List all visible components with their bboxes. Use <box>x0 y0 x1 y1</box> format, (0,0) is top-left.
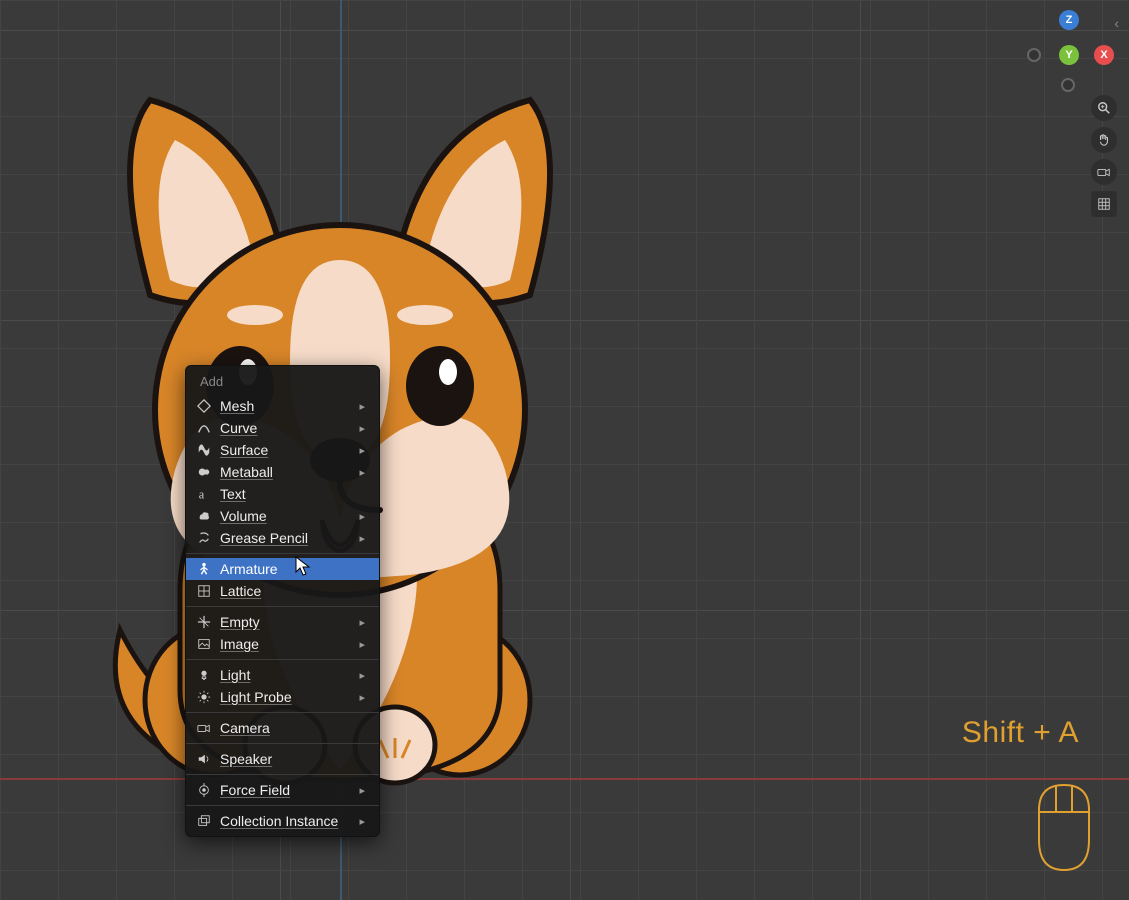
submenu-arrow-icon: ▸ <box>359 669 365 682</box>
image-icon <box>196 636 212 652</box>
menu-item-label: Force Field <box>220 782 351 798</box>
submenu-arrow-icon: ▸ <box>359 466 365 479</box>
gizmo-neg-axis[interactable] <box>1061 78 1075 92</box>
menu-item-label: Light <box>220 667 351 683</box>
mesh-icon <box>196 398 212 414</box>
menu-item-volume[interactable]: Volume ▸ <box>186 505 379 527</box>
menu-item-label: Lattice <box>220 583 365 599</box>
menu-item-surface[interactable]: Surface ▸ <box>186 439 379 461</box>
shortcut-hint: Shift + A <box>962 716 1079 750</box>
curve-icon <box>196 420 212 436</box>
submenu-arrow-icon: ▸ <box>359 532 365 545</box>
menu-item-curve[interactable]: Curve ▸ <box>186 417 379 439</box>
menu-item-mesh[interactable]: Mesh ▸ <box>186 395 379 417</box>
submenu-arrow-icon: ▸ <box>359 815 365 828</box>
menu-item-label: Grease Pencil <box>220 530 351 546</box>
menu-item-light[interactable]: Light ▸ <box>186 664 379 686</box>
mouse-diagram <box>1029 780 1099 875</box>
menu-item-speaker[interactable]: Speaker <box>186 748 379 770</box>
menu-separator <box>186 553 379 554</box>
navigation-gizmo[interactable]: Z Y X ‹ <box>1009 10 1109 90</box>
menu-item-label: Collection Instance <box>220 813 351 829</box>
forcefield-icon <box>196 782 212 798</box>
greasepencil-icon <box>196 530 212 546</box>
pan-icon[interactable] <box>1091 127 1117 153</box>
menu-item-label: Camera <box>220 720 365 736</box>
camera-icon <box>196 720 212 736</box>
add-menu[interactable]: Add Mesh ▸ Curve ▸ Surface ▸ Metaball ▸ a Text Vol… <box>185 365 380 837</box>
armature-icon <box>196 561 212 577</box>
menu-title: Add <box>186 370 379 395</box>
menu-item-label: Metaball <box>220 464 351 480</box>
metaball-icon <box>196 464 212 480</box>
menu-separator <box>186 659 379 660</box>
submenu-arrow-icon: ▸ <box>359 616 365 629</box>
submenu-arrow-icon: ▸ <box>359 784 365 797</box>
menu-item-label: Empty <box>220 614 351 630</box>
menu-separator <box>186 805 379 806</box>
surface-icon <box>196 442 212 458</box>
menu-item-text[interactable]: a Text <box>186 483 379 505</box>
menu-item-label: Speaker <box>220 751 365 767</box>
menu-separator <box>186 606 379 607</box>
submenu-arrow-icon: ▸ <box>359 510 365 523</box>
lightprobe-icon <box>196 689 212 705</box>
submenu-arrow-icon: ▸ <box>359 422 365 435</box>
lattice-icon <box>196 583 212 599</box>
collection-icon <box>196 813 212 829</box>
submenu-arrow-icon: ▸ <box>359 444 365 457</box>
menu-item-label: Surface <box>220 442 351 458</box>
menu-item-armature[interactable]: Armature <box>186 558 379 580</box>
menu-item-label: Volume <box>220 508 351 524</box>
submenu-arrow-icon: ▸ <box>359 400 365 413</box>
menu-item-label: Image <box>220 636 351 652</box>
menu-item-force-field[interactable]: Force Field ▸ <box>186 779 379 801</box>
menu-item-label: Curve <box>220 420 351 436</box>
gizmo-collapse-icon[interactable]: ‹ <box>1114 15 1119 31</box>
menu-item-empty[interactable]: Empty ▸ <box>186 611 379 633</box>
svg-text:a: a <box>199 487 205 501</box>
menu-item-metaball[interactable]: Metaball ▸ <box>186 461 379 483</box>
gizmo-neg-axis[interactable] <box>1027 48 1041 62</box>
text-icon: a <box>196 486 212 502</box>
menu-item-image[interactable]: Image ▸ <box>186 633 379 655</box>
perspective-icon[interactable] <box>1091 191 1117 217</box>
menu-separator <box>186 774 379 775</box>
menu-item-collection-instance[interactable]: Collection Instance ▸ <box>186 810 379 832</box>
submenu-arrow-icon: ▸ <box>359 638 365 651</box>
gizmo-axis-y[interactable]: Y <box>1059 45 1079 65</box>
viewport-tools <box>1091 95 1117 217</box>
camera-icon[interactable] <box>1091 159 1117 185</box>
menu-separator <box>186 712 379 713</box>
speaker-icon <box>196 751 212 767</box>
menu-separator <box>186 743 379 744</box>
menu-item-camera[interactable]: Camera <box>186 717 379 739</box>
menu-item-grease-pencil[interactable]: Grease Pencil ▸ <box>186 527 379 549</box>
zoom-icon[interactable] <box>1091 95 1117 121</box>
menu-item-lattice[interactable]: Lattice <box>186 580 379 602</box>
gizmo-axis-z[interactable]: Z <box>1059 10 1079 30</box>
menu-item-label: Text <box>220 486 365 502</box>
menu-item-label: Light Probe <box>220 689 351 705</box>
volume-icon <box>196 508 212 524</box>
submenu-arrow-icon: ▸ <box>359 691 365 704</box>
menu-item-label: Mesh <box>220 398 351 414</box>
menu-item-light-probe[interactable]: Light Probe ▸ <box>186 686 379 708</box>
empty-icon <box>196 614 212 630</box>
gizmo-axis-x[interactable]: X <box>1094 45 1114 65</box>
light-icon <box>196 667 212 683</box>
menu-item-label: Armature <box>220 561 365 577</box>
